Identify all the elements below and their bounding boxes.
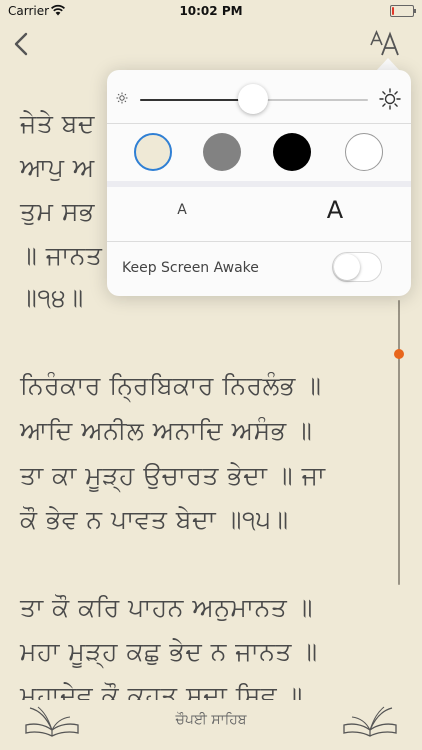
settings-popover: A A Keep Screen Awake <box>107 70 411 296</box>
keep-screen-awake-toggle[interactable] <box>332 252 382 282</box>
scroll-track[interactable] <box>398 300 400 585</box>
gurbani-line: ॥ ਜਾਨਤ <box>20 241 103 270</box>
sun-small-icon <box>116 92 128 104</box>
divider <box>107 123 411 124</box>
gurbani-line: ਕੌ ਭੇਵ ਨ ਪਾਵਤ ਬੇਦਾ ॥੧੫॥ <box>20 505 289 534</box>
gurbani-line: ਮਹਾ ਮੂੜ੍ਹ ਕਛੁ ਭੇਦ ਨ ਜਾਨਤ ॥ <box>20 637 318 666</box>
brightness-slider-thumb[interactable] <box>238 84 268 114</box>
gurbani-line: ਤੁਮ ਸਭ <box>20 197 95 226</box>
text-size-icon[interactable] <box>368 28 404 58</box>
status-bar: Carrier 10:02 PM <box>0 0 422 22</box>
theme-black-swatch[interactable] <box>273 133 311 171</box>
theme-white-swatch[interactable] <box>345 133 383 171</box>
toggle-knob <box>334 254 360 280</box>
gurbani-line: ॥੧੪॥ <box>20 283 84 312</box>
section-separator <box>107 181 411 187</box>
open-book-icon[interactable] <box>340 704 400 738</box>
gurbani-line: ਆਪੁ ਅ <box>20 153 95 182</box>
chevron-left-icon[interactable] <box>10 30 34 58</box>
gurbani-line: ਜੇਤੇ ਬਦ <box>20 109 95 138</box>
keep-screen-awake-label: Keep Screen Awake <box>122 260 259 276</box>
divider <box>107 241 411 242</box>
theme-cream-swatch[interactable] <box>134 133 172 171</box>
sun-large-icon <box>379 88 401 110</box>
scroll-position-indicator[interactable] <box>394 349 404 359</box>
gurbani-line: ਤਾ ਕੌ ਕਰਿ ਪਾਹਨ ਅਨੁਮਾਨਤ ॥ <box>20 593 313 622</box>
theme-gray-swatch[interactable] <box>203 133 241 171</box>
decrease-font-button[interactable]: A <box>167 202 197 218</box>
gurbani-line: ਤਾ ਕਾ ਮੂੜ੍ਹ ਉਚਾਰਤ ਭੇਦਾ ॥ ਜਾ <box>20 461 326 490</box>
battery-icon <box>390 5 416 17</box>
status-time: 10:02 PM <box>179 4 243 18</box>
gurbani-line: ਆਦਿ ਅਨੀਲ ਅਨਾਦਿ ਅਸੰਭ ॥ <box>20 416 313 445</box>
battery-level <box>392 7 394 15</box>
increase-font-button[interactable]: A <box>320 196 350 224</box>
gurbani-line: ਨਿਰੰਕਾਰ ਨ੍ਰਿਬਿਕਾਰ ਨਿਰਲੰਭ ॥ <box>20 371 322 400</box>
